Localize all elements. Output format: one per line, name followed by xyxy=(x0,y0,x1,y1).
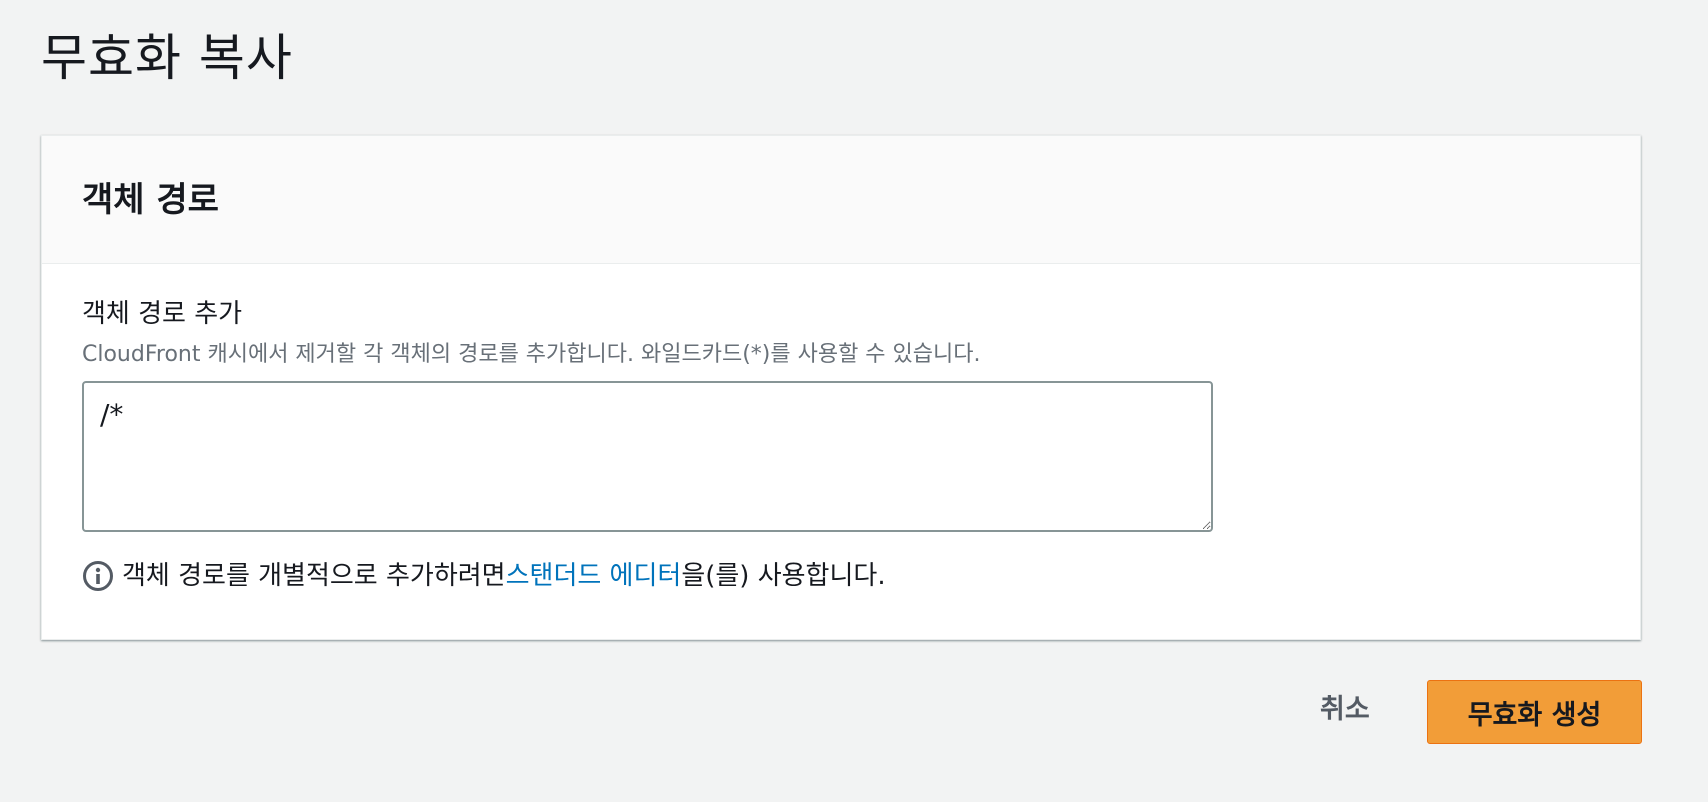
info-icon xyxy=(82,560,114,592)
object-path-field-description: CloudFront 캐시에서 제거할 각 객체의 경로를 추가합니다. 와일드… xyxy=(82,342,981,367)
object-paths-textarea[interactable] xyxy=(82,381,1213,532)
cancel-button[interactable]: 취소 xyxy=(1300,688,1390,732)
standard-editor-link[interactable]: 스탠더드 에디터 xyxy=(506,558,682,594)
object-paths-panel: 객체 경로 객체 경로 추가 CloudFront 캐시에서 제거할 각 객체의… xyxy=(41,135,1641,640)
info-text-before: 객체 경로를 개별적으로 추가하려면 xyxy=(122,561,506,591)
panel-header: 객체 경로 xyxy=(42,136,1640,264)
info-text-after: 을(를) 사용합니다. xyxy=(681,561,886,591)
object-path-field-label: 객체 경로 추가 xyxy=(82,299,243,329)
page-title: 무효화 복사 xyxy=(41,29,293,87)
panel-title: 객체 경로 xyxy=(82,180,219,220)
create-invalidation-button[interactable]: 무효화 생성 xyxy=(1427,680,1642,744)
info-message: 객체 경로를 개별적으로 추가하려면 스탠더드 에디터 을(를) 사용합니다. xyxy=(82,558,886,594)
